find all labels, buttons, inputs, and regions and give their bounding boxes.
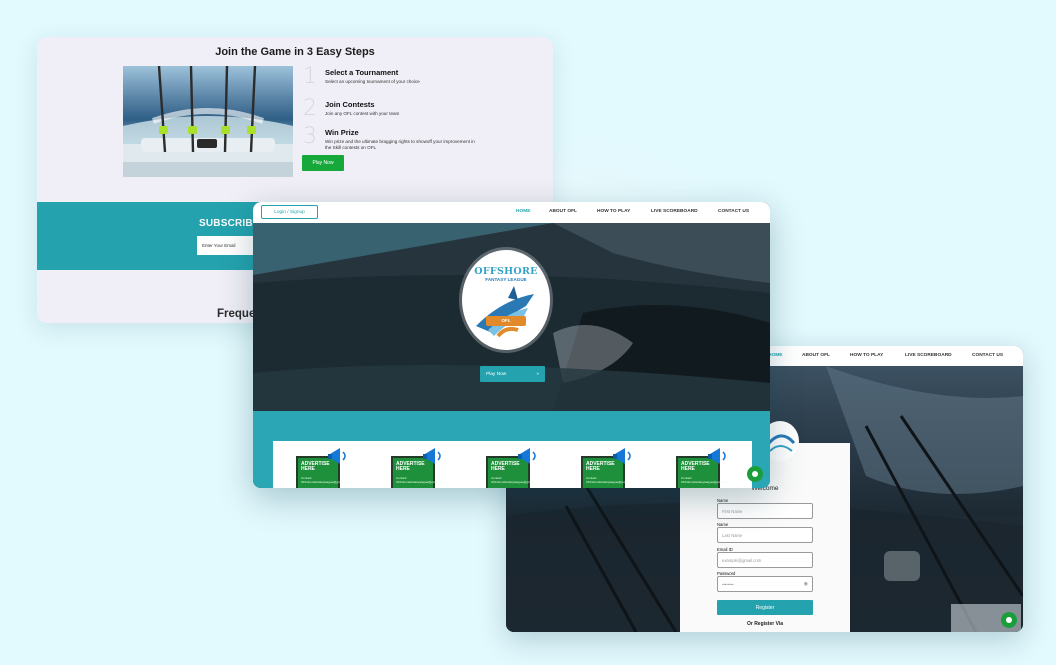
double-arrow-icon: »: [536, 371, 539, 377]
advertise-contact: Contact: OFFshorefantasyleague@gmail.com: [586, 476, 635, 484]
megaphone-icon: [328, 448, 346, 464]
nav-contact[interactable]: CONTACT US: [718, 209, 749, 214]
step-number: 1: [303, 64, 317, 89]
password-value: ••••••••: [722, 581, 734, 587]
play-now-button[interactable]: Play Now: [302, 155, 344, 171]
megaphone-icon: [708, 448, 726, 464]
marlin-icon: [476, 286, 534, 338]
nav-contact[interactable]: CONTACT US: [972, 353, 1003, 358]
or-register-via: Or Register Via: [746, 621, 784, 627]
nav-home[interactable]: HOME: [516, 209, 530, 214]
nav-about[interactable]: ABOUT OFL: [549, 209, 577, 214]
step-number: 2: [303, 96, 317, 121]
steps-title: Join the Game in 3 Easy Steps: [215, 46, 375, 58]
last-name-input[interactable]: Last Name: [717, 527, 813, 543]
nav-home[interactable]: HOME: [768, 353, 782, 358]
nav-live-scoreboard[interactable]: LIVE SCOREBOARD: [905, 353, 952, 358]
advertise-contact: Contact: OFFshorefantasyleague@gmail.com: [681, 476, 730, 484]
advertise-contact: Contact: OFFshorefantasyleague@gmail.com: [301, 476, 350, 484]
subscribe-heading: SUBSCRIBE: [199, 218, 260, 229]
email-input[interactable]: Enter Your Email: [197, 236, 257, 255]
advertise-card[interactable]: ADVERTISE HERE Contact: OFFshorefantasyl…: [391, 448, 445, 488]
email-input[interactable]: example@gmail.com: [717, 552, 813, 568]
faq-heading: Freque: [217, 308, 256, 320]
play-now-label: Play Now: [486, 371, 507, 377]
fishing-boat-photo: [123, 66, 293, 177]
nav-live-scoreboard[interactable]: LIVE SCOREBOARD: [651, 209, 698, 214]
logo-subtitle: FANTASY LEAGUE: [485, 277, 527, 282]
nav-how-to-play[interactable]: HOW TO PLAY: [597, 209, 630, 214]
advertise-contact: Contact: OFFshorefantasyleague@gmail.com: [491, 476, 540, 484]
megaphone-icon: [423, 448, 441, 464]
step-number: 3: [303, 124, 317, 149]
password-input[interactable]: •••••••• ◉: [717, 576, 813, 592]
logo-badge: OFL: [501, 318, 511, 323]
login-signup-button[interactable]: Login / Signup: [261, 205, 318, 219]
advertise-card[interactable]: ADVERTISE HERE Contact: OFFshorefantasyl…: [486, 448, 540, 488]
logo-title: OFFSHORE: [474, 266, 538, 277]
first-name-input[interactable]: First Name: [717, 503, 813, 519]
advertise-card[interactable]: ADVERTISE HERE Contact: OFFshorefantasyl…: [296, 448, 350, 488]
home-page-screenshot: Login / Signup HOME ABOUT OFL HOW TO PLA…: [253, 202, 770, 488]
chat-icon[interactable]: [747, 466, 763, 482]
nav-about[interactable]: ABOUT OFL: [802, 353, 830, 358]
top-nav: Login / Signup HOME ABOUT OFL HOW TO PLA…: [253, 202, 770, 223]
advertise-card[interactable]: ADVERTISE HERE Contact: OFFshorefantasyl…: [676, 448, 730, 488]
eye-icon[interactable]: ◉: [804, 581, 808, 587]
nav-how-to-play[interactable]: HOW TO PLAY: [850, 353, 883, 358]
step-title: Select a Tournament: [325, 68, 399, 77]
chat-icon[interactable]: [1001, 612, 1017, 628]
advertise-contact: Contact: OFFshorefantasyleague@gmail.com: [396, 476, 445, 484]
step-description: Join any OFL contest with your team: [325, 111, 400, 116]
play-now-button[interactable]: Play Now »: [480, 366, 545, 382]
megaphone-icon: [518, 448, 536, 464]
step-title: Win Prize: [325, 128, 359, 137]
advertise-card[interactable]: ADVERTISE HERE Contact: OFFshorefantasyl…: [581, 448, 635, 488]
megaphone-icon: [613, 448, 631, 464]
ofl-logo: OFFSHORE FANTASY LEAGUE OFL: [462, 250, 550, 350]
step-description: Select an upcoming tournament of your ch…: [325, 79, 420, 84]
register-button[interactable]: Register: [717, 600, 813, 615]
step-description: Win prize and the ultimate bragging righ…: [325, 139, 475, 151]
step-title: Join Contests: [325, 100, 375, 109]
